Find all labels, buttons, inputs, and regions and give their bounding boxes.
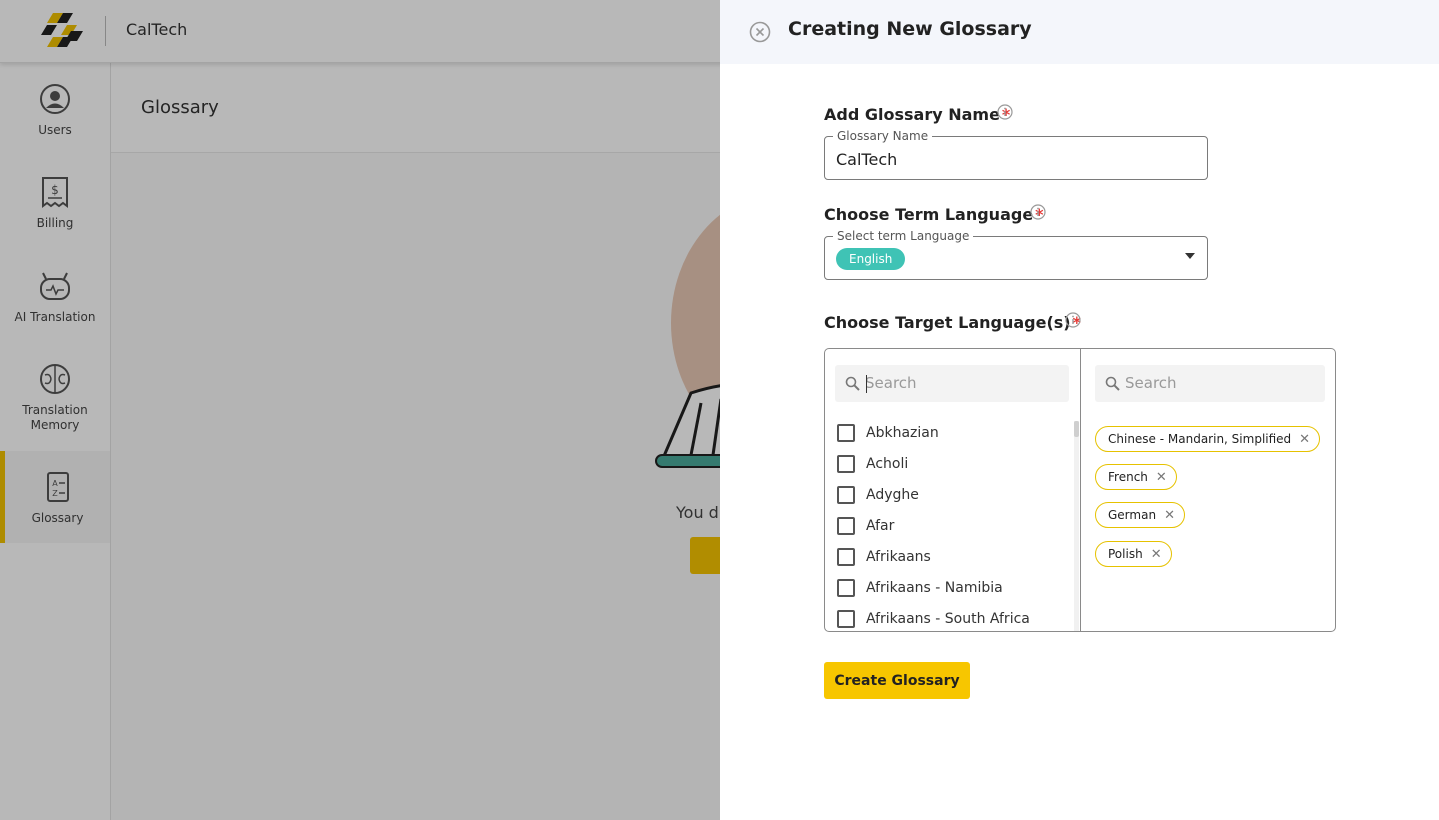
drawer-header: Creating New Glossary <box>720 0 1439 64</box>
language-checkbox[interactable] <box>837 610 855 628</box>
search-icon <box>1105 376 1120 391</box>
scrollbar-thumb[interactable] <box>1074 421 1079 437</box>
list-item[interactable]: Adyghe <box>837 483 919 507</box>
list-item[interactable]: Afrikaans - Namibia <box>837 576 1003 600</box>
selected-language-chip: Polish ✕ <box>1095 541 1172 567</box>
info-icon[interactable] <box>1030 204 1046 220</box>
language-checkbox[interactable] <box>837 486 855 504</box>
language-checkbox[interactable] <box>837 579 855 597</box>
language-checkbox[interactable] <box>837 455 855 473</box>
available-languages-search-input[interactable] <box>865 374 1055 392</box>
selected-language-chip: Chinese - Mandarin, Simplified ✕ <box>1095 426 1321 452</box>
language-name: Afrikaans - South Africa <box>866 611 1030 627</box>
transfer-divider <box>1080 349 1081 631</box>
language-checkbox[interactable] <box>837 517 855 535</box>
target-languages-label: Choose Target Language(s) * <box>824 313 1081 332</box>
remove-chip-icon[interactable]: ✕ <box>1164 509 1175 522</box>
create-glossary-drawer: Creating New Glossary Add Glossary Name *… <box>720 0 1439 820</box>
term-language-chip: English <box>836 248 906 270</box>
chip-label: German <box>1108 508 1157 522</box>
list-item[interactable]: Afar <box>837 514 894 538</box>
selected-languages-search-input[interactable] <box>1125 374 1315 392</box>
language-name: Adyghe <box>866 487 919 503</box>
list-item[interactable]: Abkhazian <box>837 421 939 445</box>
target-languages-label-text: Choose Target Language(s) <box>824 313 1071 332</box>
available-languages-list: Abkhazian Acholi Adyghe Afar Afrikaans A… <box>837 417 1073 629</box>
target-language-transfer: Abkhazian Acholi Adyghe Afar Afrikaans A… <box>824 348 1336 632</box>
remove-chip-icon[interactable]: ✕ <box>1299 433 1310 446</box>
glossary-name-label: Add Glossary Name * <box>824 105 1010 124</box>
info-icon[interactable] <box>1065 312 1081 328</box>
chip-label: French <box>1108 470 1148 484</box>
glossary-name-input[interactable] <box>836 150 1176 169</box>
list-item[interactable]: Afrikaans - South Africa <box>837 607 1030 629</box>
list-item[interactable]: Acholi <box>837 452 908 476</box>
term-language-label-text: Choose Term Language <box>824 205 1034 224</box>
list-item[interactable]: Afrikaans <box>837 545 931 569</box>
close-icon[interactable] <box>749 21 771 43</box>
remove-chip-icon[interactable]: ✕ <box>1156 471 1167 484</box>
languages-scrollbar[interactable] <box>1074 421 1079 631</box>
text-cursor <box>866 375 867 393</box>
selected-language-chip: French ✕ <box>1095 464 1177 490</box>
language-name: Afrikaans <box>866 549 931 565</box>
language-checkbox[interactable] <box>837 548 855 566</box>
remove-chip-icon[interactable]: ✕ <box>1151 548 1162 561</box>
available-languages-search[interactable] <box>835 365 1069 402</box>
language-name: Afar <box>866 518 895 534</box>
create-glossary-button[interactable]: Create Glossary <box>824 662 970 699</box>
selected-languages-search[interactable] <box>1095 365 1325 402</box>
term-language-label: Choose Term Language * <box>824 205 1044 224</box>
language-name: Acholi <box>866 456 909 472</box>
search-icon <box>845 376 860 391</box>
selected-language-chip: German ✕ <box>1095 502 1185 528</box>
info-icon[interactable] <box>997 104 1013 120</box>
language-name: Abkhazian <box>866 425 939 441</box>
term-language-select[interactable]: Select term Language English <box>824 229 1208 280</box>
chip-label: Polish <box>1108 547 1143 561</box>
glossary-name-field[interactable]: Glossary Name <box>824 129 1208 180</box>
language-checkbox[interactable] <box>837 424 855 442</box>
caret-down-icon[interactable] <box>1185 253 1195 259</box>
chip-label: Chinese - Mandarin, Simplified <box>1108 432 1292 446</box>
glossary-name-floating-label: Glossary Name <box>833 129 933 143</box>
language-name: Afrikaans - Namibia <box>866 580 1003 596</box>
drawer-title: Creating New Glossary <box>788 18 1032 40</box>
glossary-name-label-text: Add Glossary Name <box>824 105 1000 124</box>
term-language-floating-label: Select term Language <box>833 229 974 243</box>
